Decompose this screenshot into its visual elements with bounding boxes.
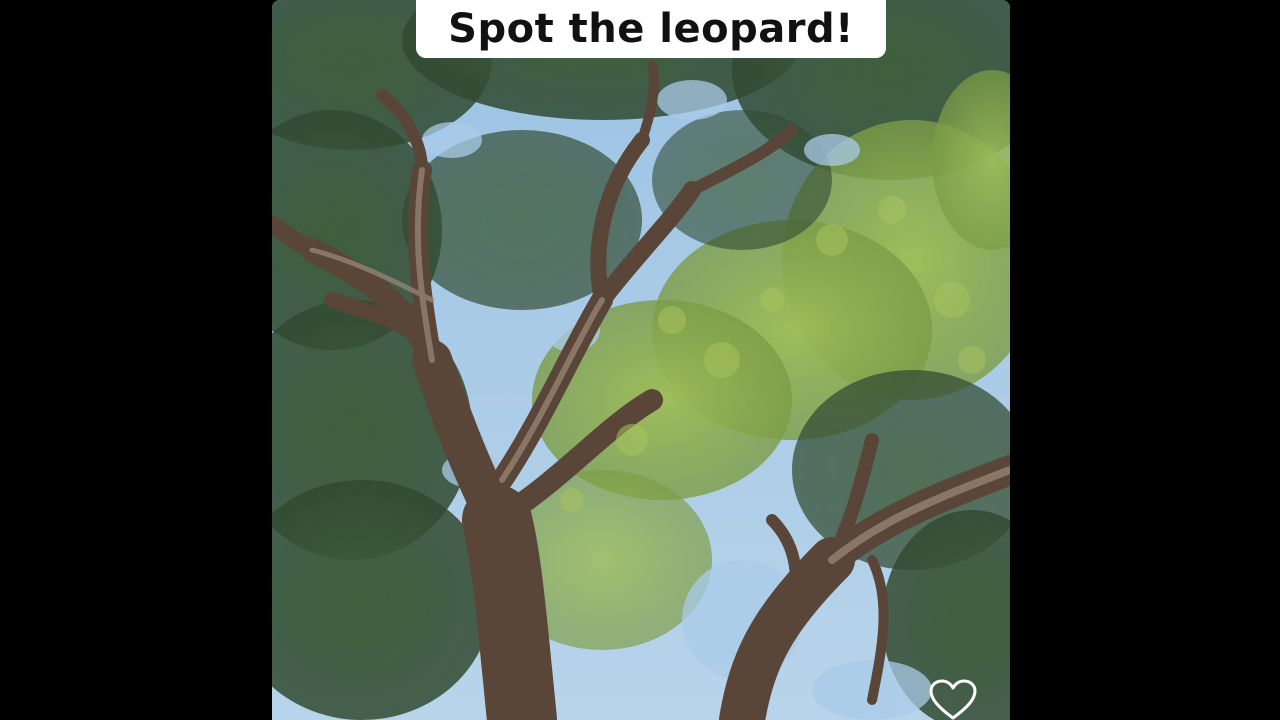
caption-banner: Spot the leopard!: [416, 0, 886, 58]
caption-text: Spot the leopard!: [448, 6, 854, 52]
like-button[interactable]: [927, 678, 979, 720]
video-frame: Spot the leopard!: [0, 0, 1280, 720]
tree-canopy-illustration: [272, 0, 1010, 720]
heart-outline-icon: [929, 679, 977, 720]
tree-photo: [272, 0, 1010, 720]
foliage: [272, 0, 1010, 720]
